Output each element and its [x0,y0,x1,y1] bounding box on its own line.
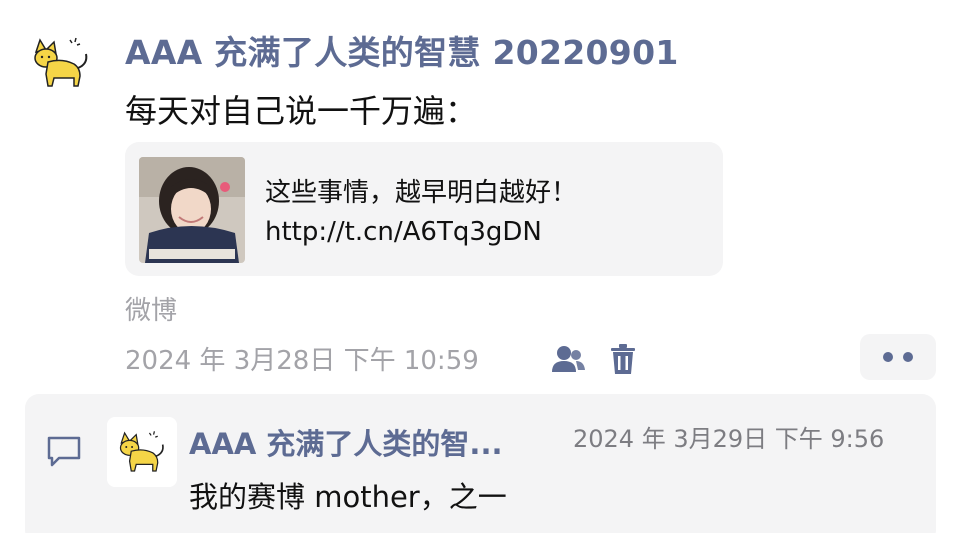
post-source: 微博 [125,296,178,326]
post-text: 每天对自己说一千万遍： [125,92,478,130]
trash-icon[interactable] [604,340,642,378]
more-dots-icon [883,352,913,362]
post-timestamp: 2024 年 3月28日 下午 10:59 [125,346,479,376]
comment-bubble-icon[interactable] [45,434,83,470]
link-thumbnail [139,157,245,263]
link-card-url[interactable]: http://t.cn/A6Tq3gDN [265,217,542,247]
comment-text: 我的赛博 mother，之一 [189,480,507,514]
link-card[interactable]: 这些事情，越早明白越好！ http://t.cn/A6Tq3gDN [125,142,723,276]
person-icon[interactable] [549,340,587,378]
post-author-name[interactable]: AAA 充满了人类的智慧 20220901 [125,26,679,74]
cat-avatar-icon[interactable] [30,34,92,92]
comment-avatar[interactable] [107,417,177,487]
link-card-title: 这些事情，越早明白越好！ [265,178,578,208]
comment-author-name[interactable]: AAA 充满了人类的智... [189,421,502,463]
more-options-button[interactable] [860,334,936,380]
comment-timestamp: 2024 年 3月29日 下午 9:56 [573,425,885,453]
comment-section: AAA 充满了人类的智... 2024 年 3月29日 下午 9:56 我的赛博… [25,394,936,533]
cat-avatar-icon [119,431,164,472]
post-page: AAA 充满了人类的智慧 20220901 每天对自己说一千万遍： 这些事情，越… [0,0,953,533]
